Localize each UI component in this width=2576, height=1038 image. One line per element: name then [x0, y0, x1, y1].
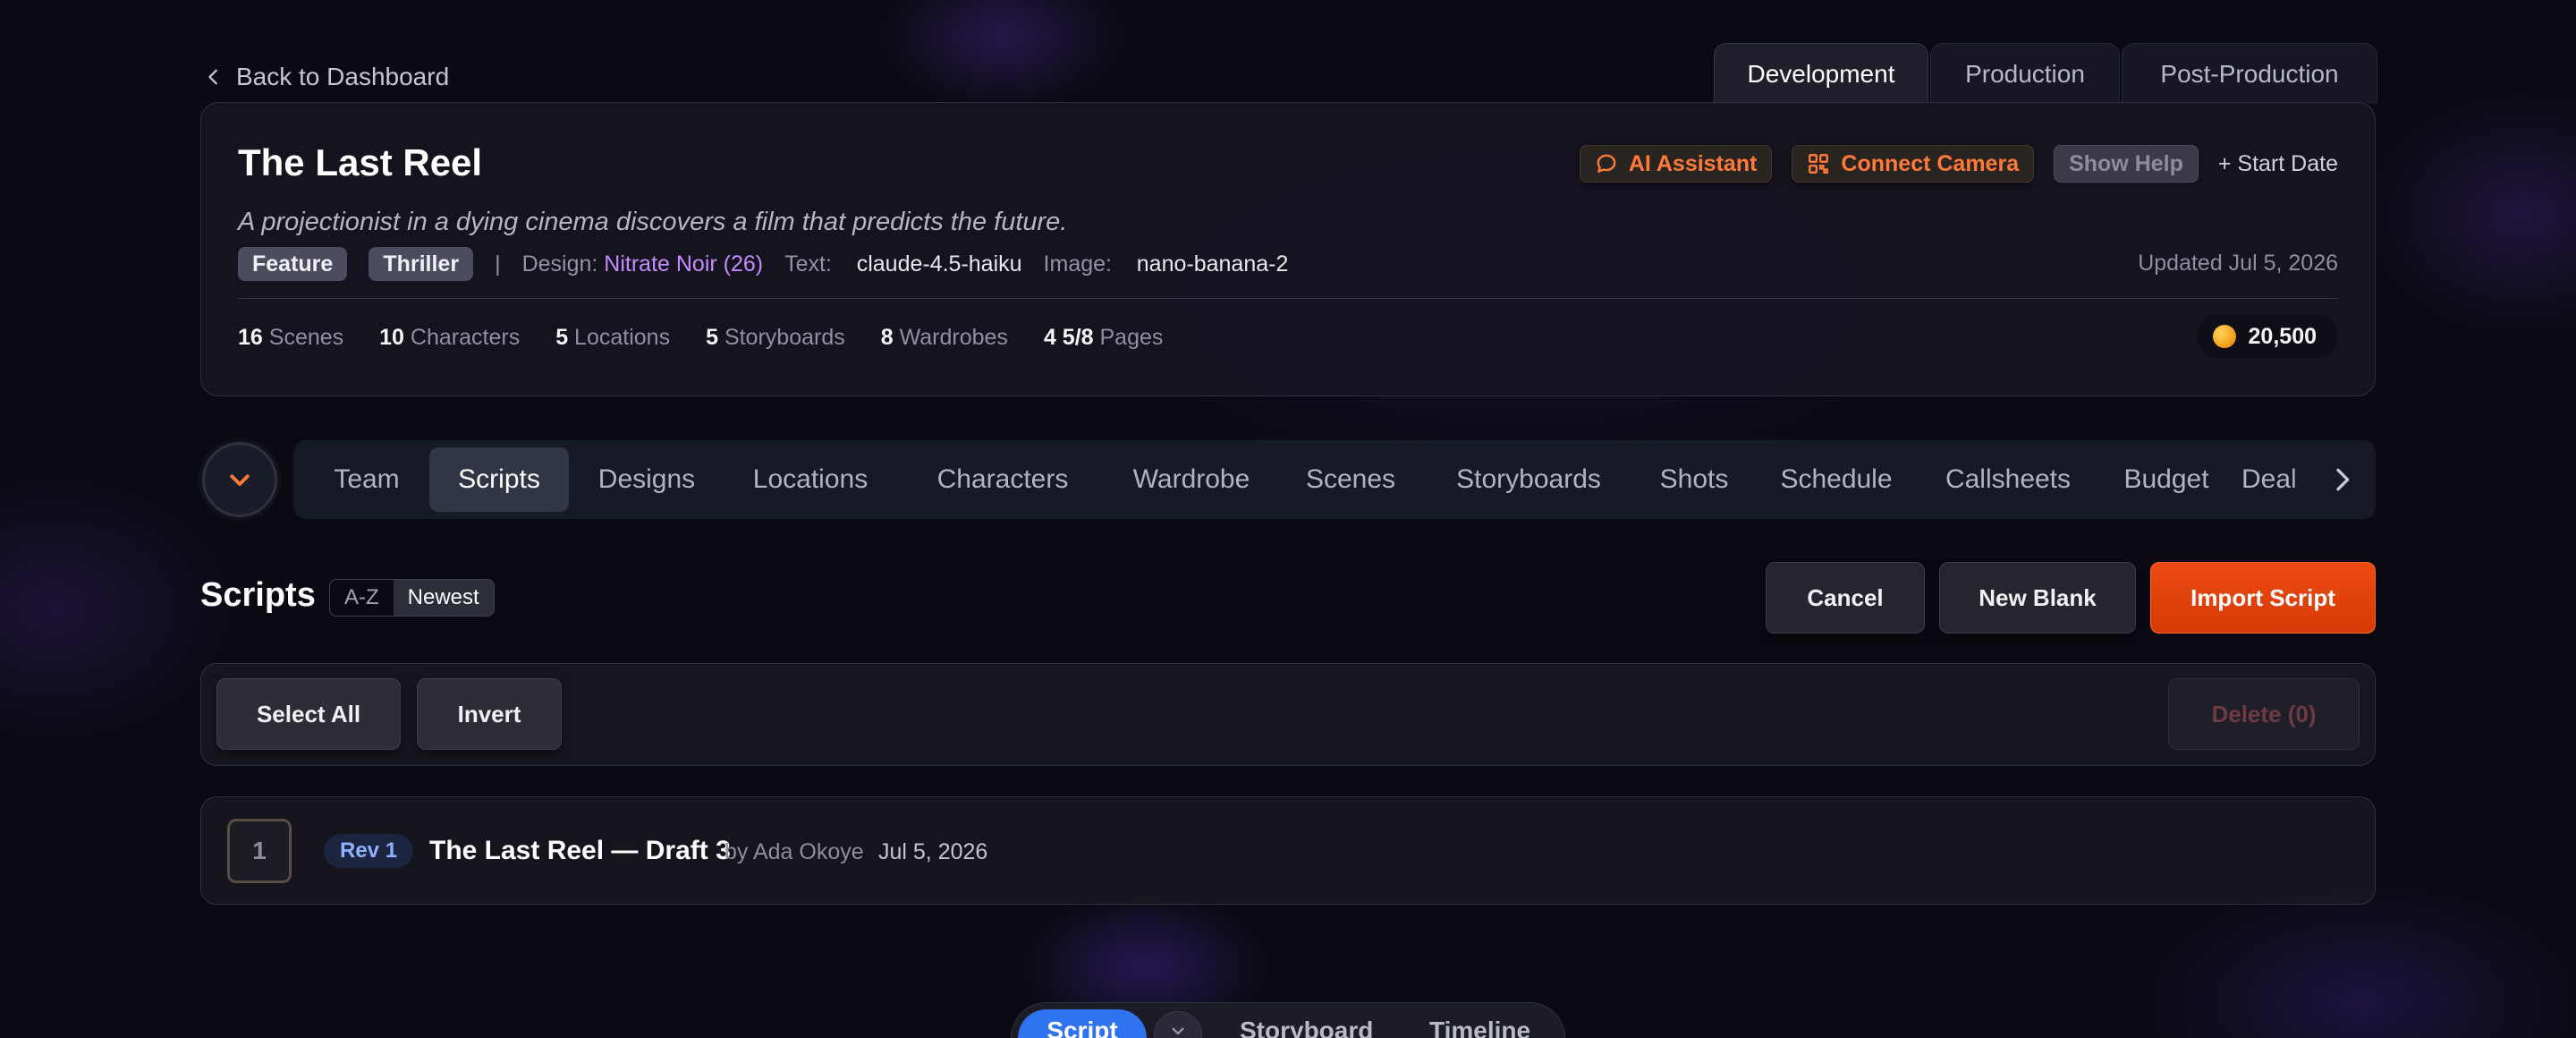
- start-date-button[interactable]: + Start Date: [2218, 151, 2338, 177]
- section-tabs: Team Scripts Designs Locations Character…: [293, 440, 2376, 519]
- tab-callsheets[interactable]: Callsheets: [1925, 447, 2091, 512]
- script-author: by Ada Okoye: [724, 839, 864, 864]
- script-date: Jul 5, 2026: [878, 839, 988, 864]
- updated-timestamp: Updated Jul 5, 2026: [2138, 251, 2338, 276]
- phase-tabs: Development Production Post-Production: [1714, 43, 2379, 104]
- tab-wardrobe[interactable]: Wardrobe: [1111, 447, 1272, 512]
- text-model-value: claude-4.5-haiku: [856, 251, 1022, 277]
- tab-budget[interactable]: Budget: [2104, 447, 2229, 512]
- tab-team[interactable]: Team: [315, 447, 419, 512]
- tab-shots[interactable]: Shots: [1640, 447, 1748, 512]
- text-model-meta: Text: claude-4.5-haiku: [784, 251, 1021, 277]
- cancel-button[interactable]: Cancel: [1766, 562, 1925, 634]
- view-timeline-button[interactable]: Timeline: [1429, 1017, 1530, 1038]
- invert-selection-button[interactable]: Invert: [417, 678, 562, 750]
- show-help-button[interactable]: Show Help: [2054, 145, 2199, 183]
- design-meta[interactable]: Design: Nitrate Noir (26): [522, 251, 764, 277]
- coin-icon: [2212, 325, 2236, 348]
- image-model-meta: Image: nano-banana-2: [1044, 251, 1289, 277]
- chat-bubble-icon: [1597, 154, 1616, 173]
- back-label: Back to Dashboard: [236, 63, 450, 90]
- design-label: Design:: [521, 251, 598, 277]
- sort-newest[interactable]: Newest: [393, 580, 494, 616]
- image-model-value: nano-banana-2: [1136, 251, 1289, 277]
- stat-storyboards: 5 Storyboards: [706, 324, 845, 350]
- project-actions: AI Assistant Connect Camera Show Help + …: [1579, 145, 2338, 183]
- text-label: Text:: [784, 251, 832, 277]
- script-row-checkbox[interactable]: 1: [227, 819, 292, 883]
- revision-badge: Rev 1: [324, 834, 414, 868]
- project-title: The Last Reel: [238, 141, 483, 183]
- connect-camera-button[interactable]: Connect Camera: [1792, 145, 2035, 183]
- tab-schedule[interactable]: Schedule: [1760, 447, 1912, 512]
- tab-development[interactable]: Development: [1714, 43, 1928, 104]
- chevron-right-icon[interactable]: [2327, 465, 2356, 494]
- stat-pages: 4 5/8 Pages: [1043, 324, 1164, 350]
- view-storyboard-button[interactable]: Storyboard: [1240, 1017, 1373, 1038]
- project-meta: Feature Thriller | Design: Nitrate Noir …: [238, 247, 1288, 281]
- back-to-dashboard-link[interactable]: Back to Dashboard: [204, 59, 449, 95]
- credits-balance: 20,500: [2196, 315, 2338, 358]
- tab-post-production[interactable]: Post-Production: [2122, 43, 2377, 104]
- tab-locations[interactable]: Locations: [726, 447, 894, 512]
- chevron-down-icon: [230, 474, 250, 486]
- collapse-toggle-button[interactable]: [202, 442, 277, 517]
- ai-assistant-label: AI Assistant: [1628, 150, 1758, 176]
- script-title[interactable]: The Last Reel — Draft 3: [429, 834, 731, 868]
- chevron-left-icon: [208, 69, 217, 85]
- connect-camera-label: Connect Camera: [1841, 150, 2020, 176]
- meta-separator: |: [495, 251, 501, 277]
- card-divider: [238, 298, 2338, 299]
- tab-characters[interactable]: Characters: [907, 447, 1098, 512]
- tab-designs[interactable]: Designs: [580, 447, 714, 512]
- import-script-button[interactable]: Import Script: [2150, 562, 2376, 634]
- image-label: Image:: [1043, 251, 1112, 277]
- project-logline: A projectionist in a dying cinema discov…: [238, 208, 1068, 236]
- credits-value: 20,500: [2248, 323, 2317, 349]
- new-blank-button[interactable]: New Blank: [1939, 562, 2136, 634]
- stat-scenes: 16 Scenes: [238, 324, 344, 350]
- tab-storyboards[interactable]: Storyboards: [1429, 447, 1628, 512]
- project-stats: 16 Scenes 10 Characters 5 Locations 5 St…: [238, 320, 1163, 354]
- sort-a-z[interactable]: A-Z: [330, 580, 394, 616]
- design-value: Nitrate Noir (26): [604, 251, 764, 277]
- tab-scripts[interactable]: Scripts: [429, 447, 569, 512]
- tab-production[interactable]: Production: [1930, 43, 2120, 104]
- qr-code-icon: [1809, 154, 1829, 174]
- sort-toggle: A-Z Newest: [329, 579, 495, 617]
- scripts-heading: Scripts: [200, 576, 316, 614]
- tag-thriller: Thriller: [369, 247, 474, 281]
- stat-wardrobes: 8 Wardrobes: [880, 324, 1008, 350]
- view-script-button[interactable]: Script: [1018, 1009, 1147, 1038]
- select-all-button[interactable]: Select All: [216, 678, 401, 750]
- delete-selected-button[interactable]: Delete (0): [2168, 678, 2360, 750]
- stat-characters: 10 Characters: [379, 324, 521, 350]
- chevron-down-icon: [1172, 1027, 1184, 1035]
- tag-feature: Feature: [238, 247, 348, 281]
- stat-locations: 5 Locations: [555, 324, 671, 350]
- ai-assistant-button[interactable]: AI Assistant: [1579, 145, 1773, 183]
- tab-scenes[interactable]: Scenes: [1284, 447, 1417, 512]
